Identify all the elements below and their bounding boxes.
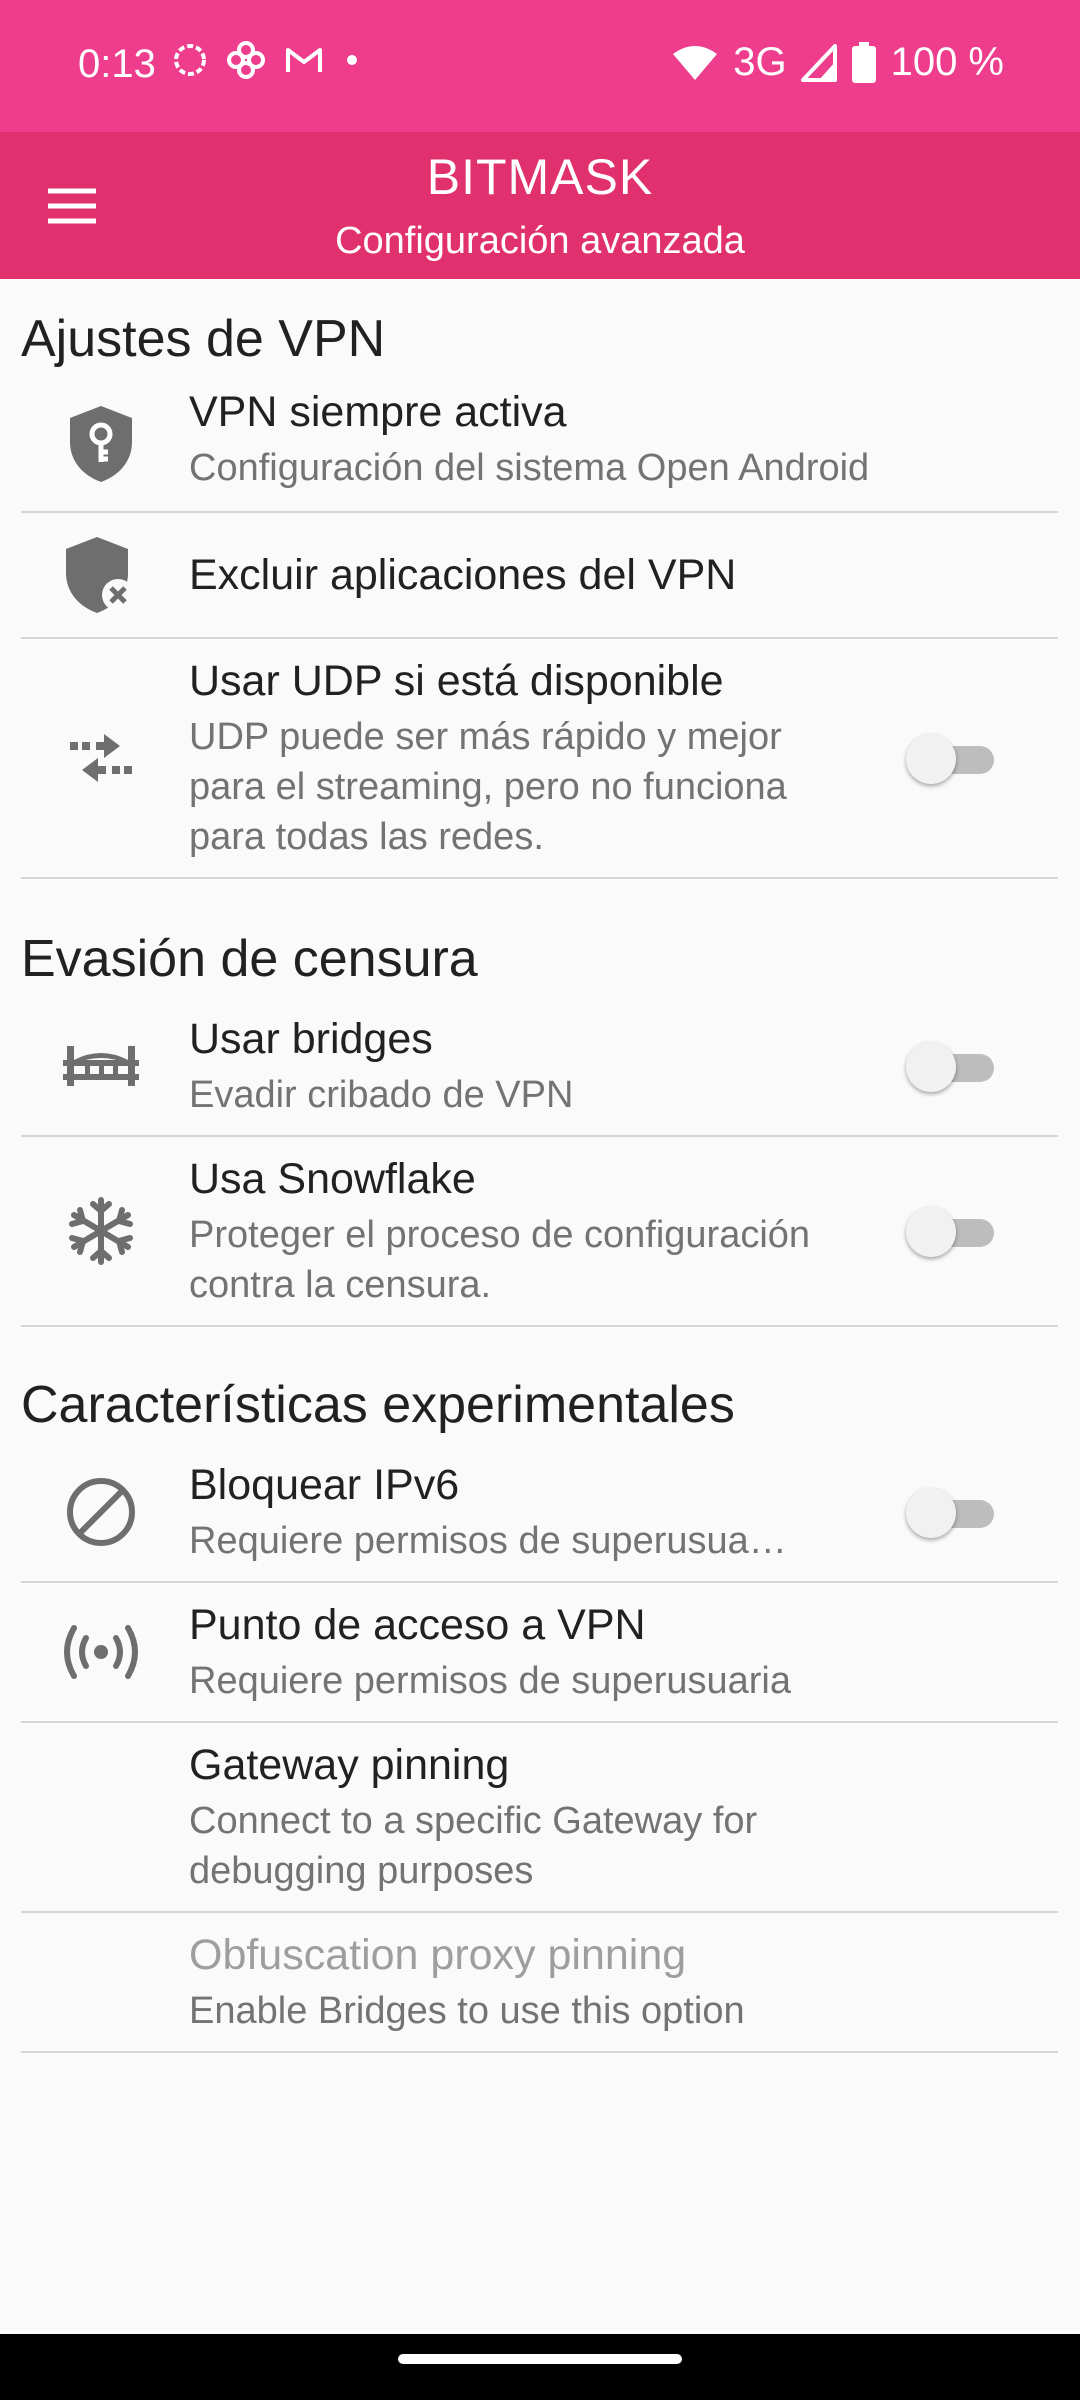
setting-subtitle: UDP puede ser más rápido y mejor para el… [189, 716, 787, 858]
snowflake-icon [61, 1191, 141, 1271]
setting-block-ipv6[interactable]: Bloquear IPv6 Requiere permisos de super… [21, 1443, 1058, 1583]
setting-vpn-hotspot[interactable]: Punto de acceso a VPN Requiere permisos … [21, 1583, 1058, 1723]
section-title-vpn-settings: Ajustes de VPN [21, 310, 386, 368]
shield-x-icon [61, 535, 141, 615]
setting-subtitle: Configuración del sistema Open Android [189, 447, 870, 489]
toggle-thumb [906, 1488, 956, 1538]
setting-obfuscation-proxy-pinning: Obfuscation proxy pinning Enable Bridges… [21, 1913, 1058, 2053]
setting-title: Gateway pinning [189, 1741, 510, 1789]
toggle-thumb [906, 734, 956, 784]
screen-subtitle: Configuración avanzada [335, 220, 745, 262]
more-notifications-dot-icon [347, 55, 357, 65]
status-time: 0:13 [78, 42, 156, 86]
udp-toggle[interactable] [906, 734, 994, 784]
ipv6-toggle[interactable] [906, 1488, 994, 1538]
app-bar: BITMASK Configuración avanzada [0, 132, 1080, 279]
status-bar: 0:13 3G 100 % [0, 0, 1080, 132]
snowflake-toggle[interactable] [906, 1207, 994, 1257]
section-title-experimental: Características experimentales [21, 1376, 735, 1434]
signal-app-icon [174, 44, 206, 76]
setting-gateway-pinning[interactable]: Gateway pinning Connect to a specific Ga… [21, 1723, 1058, 1913]
setting-title: Usa Snowflake [189, 1155, 476, 1203]
setting-always-on-vpn[interactable]: VPN siempre activa Configuración del sis… [21, 377, 1058, 513]
setting-use-udp[interactable]: Usar UDP si está disponible UDP puede se… [21, 639, 1058, 879]
battery-icon [851, 41, 876, 83]
setting-subtitle: Enable Bridges to use this option [189, 1990, 745, 2032]
hotspot-icon [61, 1612, 141, 1692]
network-type: 3G [733, 40, 787, 84]
setting-title: Excluir aplicaciones del VPN [189, 551, 737, 599]
setting-use-bridges[interactable]: Usar bridges Evadir cribado de VPN [21, 997, 1058, 1137]
setting-title: Punto de acceso a VPN [189, 1601, 646, 1649]
setting-subtitle: Proteger el proceso de configuración con… [189, 1214, 811, 1306]
setting-title: Usar bridges [189, 1015, 433, 1063]
bridges-toggle[interactable] [906, 1042, 994, 1092]
setting-title: Bloquear IPv6 [189, 1461, 460, 1509]
setting-subtitle: Requiere permisos de superusuaria [189, 1660, 791, 1702]
setting-title: Usar UDP si está disponible [189, 657, 724, 705]
toggle-thumb [906, 1042, 956, 1092]
app-title: BITMASK [426, 149, 654, 205]
setting-exclude-apps[interactable]: Excluir aplicaciones del VPN [21, 513, 1058, 639]
setting-subtitle: Evadir cribado de VPN [189, 1074, 574, 1116]
block-icon [61, 1472, 141, 1552]
section-title-censorship: Evasión de censura [21, 930, 478, 988]
setting-title: Obfuscation proxy pinning [189, 1931, 687, 1979]
setting-title: VPN siempre activa [189, 388, 567, 436]
toggle-thumb [906, 1207, 956, 1257]
bridge-icon [61, 1026, 141, 1106]
setting-subtitle: Connect to a specific Gateway for debugg… [189, 1800, 758, 1892]
fan-icon [227, 41, 265, 79]
swap-arrows-icon [61, 718, 141, 798]
wifi-icon [673, 45, 718, 80]
cell-signal-icon [800, 43, 837, 82]
settings-list: Ajustes de VPN VPN siempre activa Config… [0, 279, 1080, 2053]
setting-use-snowflake[interactable]: Usa Snowflake Proteger el proceso de con… [21, 1137, 1058, 1327]
setting-subtitle: Requiere permisos de superusua… [189, 1520, 787, 1562]
gmail-icon [286, 48, 322, 72]
system-status-icons: 3G 100 % [671, 40, 1004, 85]
navigation-bar [0, 2334, 1080, 2400]
battery-percent: 100 % [890, 40, 1004, 84]
notification-icons [172, 40, 362, 80]
shield-key-icon [61, 404, 141, 484]
home-gesture-handle[interactable] [398, 2354, 682, 2364]
